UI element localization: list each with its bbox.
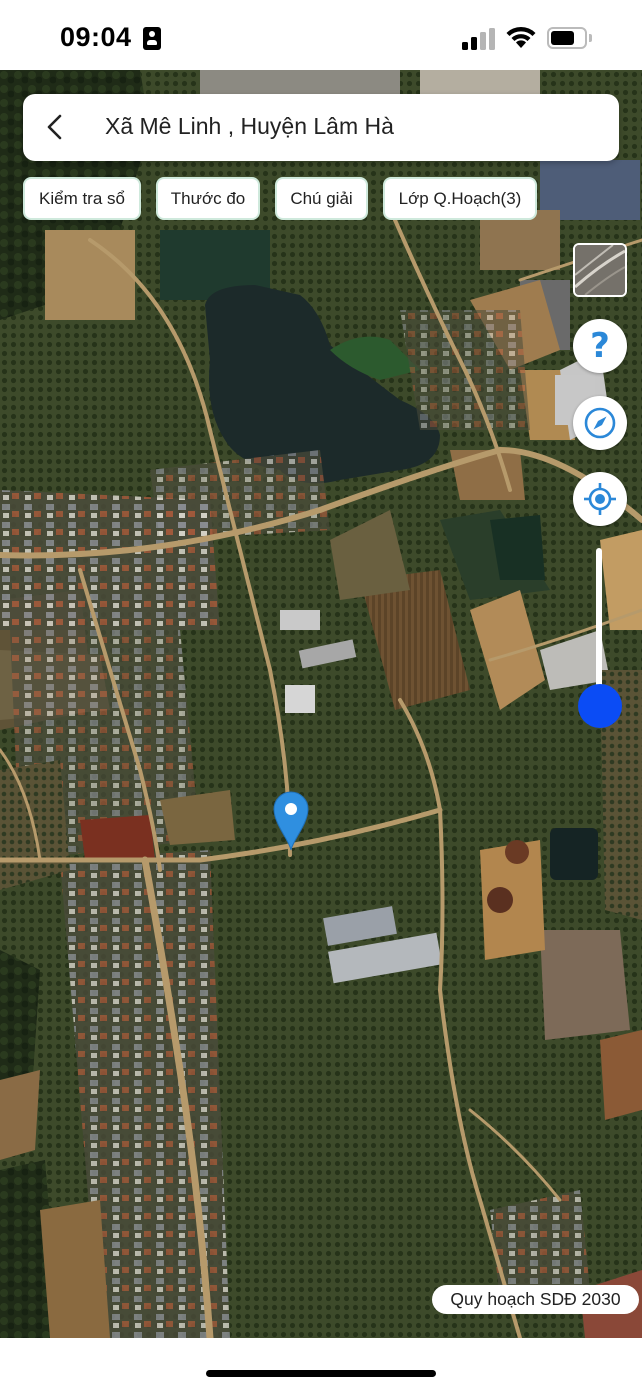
chevron-left-icon[interactable] (41, 112, 71, 142)
map-imagery (0, 70, 642, 1338)
compass-button[interactable] (573, 396, 627, 450)
location-title: Xã Mê Linh , Huyện Lâm Hà (105, 113, 394, 139)
chip-legend[interactable]: Chú giải (275, 177, 368, 220)
my-location-button[interactable] (573, 472, 627, 526)
battery-icon (547, 27, 587, 49)
status-time: 09:04 (60, 22, 132, 52)
chip-check-certificate[interactable]: Kiểm tra sổ (23, 177, 141, 220)
question-mark-icon: ? (590, 326, 610, 366)
map-pin-icon[interactable] (272, 790, 310, 852)
planning-layer-badge[interactable]: Quy hoạch SDĐ 2030 (432, 1285, 639, 1314)
bottom-safe-area (0, 1338, 642, 1389)
wifi-icon (506, 26, 536, 48)
id-card-icon (143, 27, 161, 50)
chip-measure[interactable]: Thước đo (156, 177, 260, 220)
compass-icon (584, 407, 616, 439)
cellular-signal-icon (462, 28, 496, 50)
help-button[interactable]: ? (573, 319, 627, 373)
app-screen: 09:04 Xã Mê Linh , Huyện Lâm Hà Kiểm tra… (0, 0, 642, 1389)
my-location-icon (584, 483, 616, 515)
chip-planning-layers[interactable]: Lớp Q.Hoạch(3) (383, 177, 537, 220)
map-layer-toggle[interactable] (573, 243, 627, 297)
map-layer-thumbnail-icon (575, 245, 625, 295)
status-bar: 09:04 (0, 0, 642, 70)
opacity-slider-handle[interactable] (578, 684, 622, 728)
battery-tip (589, 34, 592, 42)
satellite-map[interactable] (0, 70, 642, 1338)
location-search-bar[interactable]: Xã Mê Linh , Huyện Lâm Hà (23, 94, 619, 161)
home-indicator[interactable] (206, 1370, 436, 1377)
